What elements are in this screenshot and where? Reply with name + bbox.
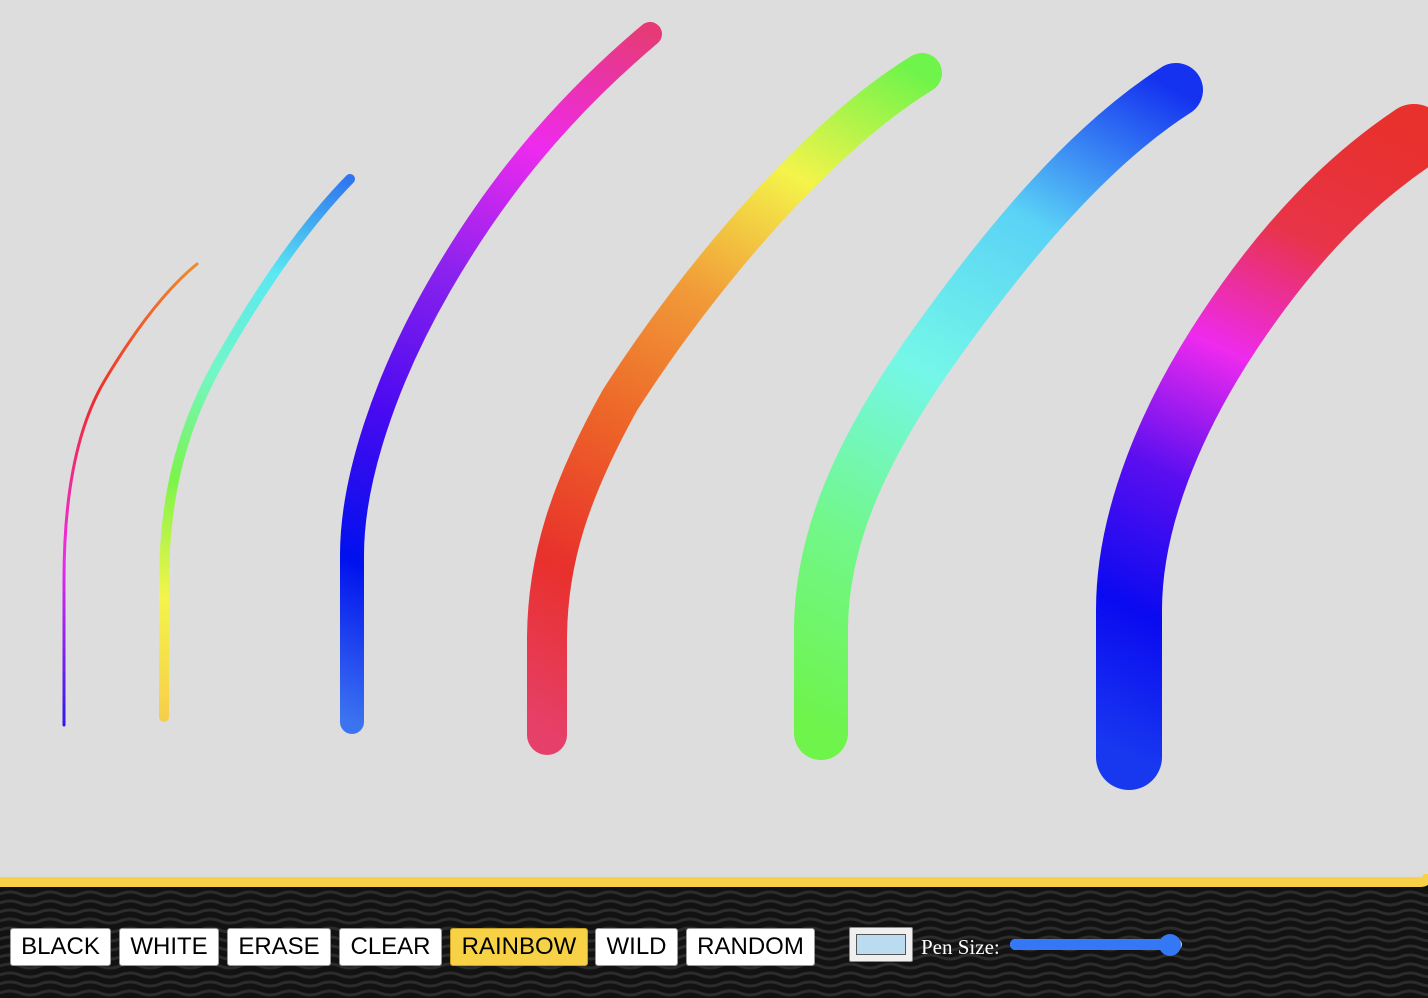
clear-button[interactable]: CLEAR — [339, 928, 442, 966]
canvas-background — [0, 0, 1428, 882]
drawing-canvas[interactable] — [0, 0, 1428, 890]
wave-line — [0, 899, 1428, 907]
wave-line — [0, 890, 1428, 898]
erase-button[interactable]: ERASE — [227, 928, 331, 966]
wave-line — [0, 980, 1428, 988]
canvas-surface[interactable] — [0, 0, 1428, 890]
color-picker[interactable] — [849, 927, 913, 962]
pen-size-label: Pen Size: — [921, 935, 1000, 959]
wave-line — [0, 971, 1428, 979]
random-button[interactable]: RANDOM — [686, 928, 815, 966]
pen-size-slider[interactable] — [1010, 934, 1182, 956]
wave-line — [0, 908, 1428, 916]
rainbow-button[interactable]: RAINBOW — [450, 928, 588, 966]
wild-button[interactable]: WILD — [595, 928, 678, 966]
wave-line — [0, 989, 1428, 997]
slider-fill — [1010, 939, 1170, 950]
slider-thumb[interactable] — [1158, 934, 1181, 956]
wave-line — [0, 917, 1428, 925]
black-button[interactable]: BLACK — [10, 928, 111, 966]
color-picker-swatch — [856, 934, 906, 955]
white-button[interactable]: WHITE — [119, 928, 219, 966]
